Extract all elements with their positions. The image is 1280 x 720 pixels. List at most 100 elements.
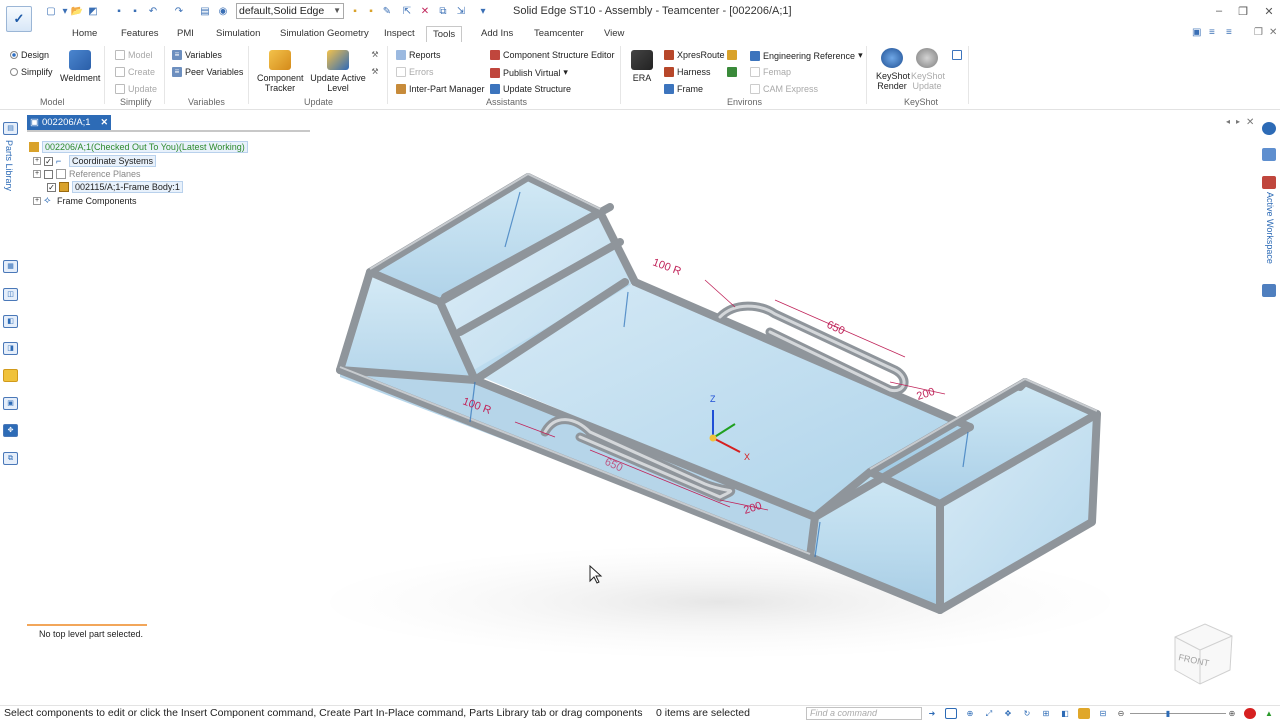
help-icon[interactable]: ▣ <box>1192 27 1201 38</box>
open-tc-icon[interactable]: ◩ <box>86 4 100 18</box>
pan-icon[interactable]: ✥ <box>1002 708 1014 719</box>
variables-button[interactable]: ≡ Variables <box>172 50 222 60</box>
assembly-model[interactable]: 100 R 650 200 100 R 650 200 Z X FRONT <box>0 132 1258 702</box>
close-icon[interactable]: ✕ <box>100 117 108 128</box>
era-button[interactable]: ERA <box>631 50 653 83</box>
tab-teamcenter[interactable]: Teamcenter <box>528 26 590 42</box>
keyshot-render-button[interactable]: KeyShot Render <box>876 48 910 91</box>
design-radio[interactable]: Design <box>10 50 49 60</box>
workspace-icon[interactable] <box>1262 284 1276 297</box>
errors-icon <box>396 67 406 77</box>
tab-add-ins[interactable]: Add Ins <box>475 26 519 42</box>
ribbon-options-icon[interactable]: ≡ <box>1209 27 1215 38</box>
window-list-icon[interactable]: ≡ <box>1226 27 1232 38</box>
document-setting-combo[interactable]: default,Solid Edge ▼ <box>236 3 344 19</box>
select-icon[interactable]: ⇱ <box>400 4 414 18</box>
doc-close-icon[interactable]: ✕ <box>1269 27 1277 38</box>
component-tracker-button[interactable]: Component Tracker <box>257 50 304 93</box>
active-workspace-tab[interactable]: Active Workspace <box>1265 192 1275 264</box>
peer-variables-button[interactable]: ≡ Peer Variables <box>172 67 243 77</box>
weldment-button[interactable]: Weldment <box>60 50 100 83</box>
minimize-icon[interactable]: – <box>1212 5 1226 17</box>
simplify-create-button[interactable]: Create <box>115 67 155 77</box>
tab-features[interactable]: Features <box>115 26 165 42</box>
document-tab[interactable]: ▣ 002206/A;1 ✕ <box>27 115 111 130</box>
fit-icon[interactable]: ⤢ <box>983 708 995 719</box>
reports-button[interactable]: Reports <box>396 50 441 60</box>
tab-simulation[interactable]: Simulation <box>210 26 266 42</box>
close-icon[interactable]: ✕ <box>1262 5 1276 18</box>
restore-icon[interactable]: ❐ <box>1236 5 1250 18</box>
chevron-left-icon[interactable]: ◂ <box>1226 117 1230 126</box>
print-icon[interactable]: ▪ <box>128 4 142 18</box>
simplify-model-button[interactable]: Model <box>115 50 153 60</box>
teamcenter-panel-icon[interactable] <box>1262 148 1276 161</box>
frame-button[interactable]: Frame <box>664 84 703 94</box>
component-structure-editor-button[interactable]: Component Structure Editor <box>490 50 615 60</box>
update-tool-2[interactable]: ⚒ <box>370 67 380 77</box>
environs-tool-2[interactable] <box>727 67 737 77</box>
keyshot-update-button[interactable]: KeyShot Update <box>911 48 945 91</box>
view-style-icon[interactable] <box>1078 708 1090 719</box>
help-circle-icon[interactable] <box>1262 122 1276 135</box>
folder-icon[interactable]: ▪ <box>348 4 362 18</box>
open-icon[interactable]: 📂 <box>70 4 84 18</box>
check-in-icon[interactable]: ✎ <box>380 4 394 18</box>
shading-icon[interactable]: ◧ <box>1059 708 1071 719</box>
update-tool-1[interactable]: ⚒ <box>370 50 380 60</box>
section-icon[interactable]: ⊟ <box>1097 708 1109 719</box>
update-structure-button[interactable]: Update Structure <box>490 84 571 94</box>
update-active-level-button[interactable]: Update Active Level <box>310 50 366 93</box>
view-cube[interactable]: FRONT <box>1174 623 1233 685</box>
xpresroute-button[interactable]: XpresRoute <box>664 50 725 60</box>
harness-button[interactable]: Harness <box>664 67 711 77</box>
tab-tools[interactable]: Tools <box>426 26 463 42</box>
tab-home[interactable]: Home <box>66 26 103 42</box>
zoom-icon[interactable]: ⊕ <box>964 708 976 719</box>
new-icon[interactable]: ▢ <box>44 4 58 18</box>
keyshot-options-button[interactable] <box>952 50 962 60</box>
inter-part-manager-button[interactable]: Inter-Part Manager <box>396 84 485 94</box>
tab-inspect[interactable]: Inspect <box>378 26 421 42</box>
engineering-reference-button[interactable]: Engineering Reference ▾ <box>750 50 863 61</box>
customize-qat-icon[interactable]: ▾ <box>476 4 490 18</box>
teamcenter-icon[interactable]: ◉ <box>216 4 230 18</box>
tab-view[interactable]: View <box>598 26 630 42</box>
graphics-window[interactable]: 100 R 650 200 100 R 650 200 Z X FRONT <box>0 132 1258 702</box>
properties-icon[interactable]: ▤ <box>198 4 212 18</box>
simplify-radio[interactable]: Simplify <box>10 67 53 77</box>
publish-virtual-button[interactable]: Publish Virtual ▾ <box>490 67 568 78</box>
copy-icon[interactable]: ⧉ <box>436 4 450 18</box>
errors-button[interactable]: Errors <box>396 67 434 77</box>
peer-variables-label: Peer Variables <box>185 67 244 77</box>
find-command-input[interactable]: Find a command <box>806 707 922 720</box>
zoom-slider[interactable] <box>1130 713 1226 714</box>
view-orient-icon[interactable]: ⊞ <box>1040 708 1052 719</box>
save-icon[interactable]: ▪ <box>112 4 126 18</box>
undo-icon[interactable]: ↶ <box>146 4 160 18</box>
cancel-checkout-icon[interactable]: ✕ <box>418 4 432 18</box>
doc-restore-icon[interactable]: ❐ <box>1254 27 1263 38</box>
tab-pmi[interactable]: PMI <box>171 26 200 42</box>
paste-icon[interactable]: ⇲ <box>454 4 468 18</box>
zoom-area-icon[interactable] <box>945 708 957 719</box>
cam-express-button[interactable]: CAM Express <box>750 84 818 94</box>
simplify-update-button[interactable]: Update <box>115 84 157 94</box>
arrow-right-icon[interactable]: ➜ <box>926 708 938 719</box>
femap-button[interactable]: Femap <box>750 67 791 77</box>
application-button[interactable]: ✓ <box>6 6 32 32</box>
zoom-out-icon[interactable]: ⊖ <box>1115 708 1127 719</box>
rotate-icon[interactable]: ↻ <box>1021 708 1033 719</box>
zoom-in-icon[interactable]: ⊕ <box>1226 708 1238 719</box>
workflow-icon[interactable] <box>1262 176 1276 189</box>
record-icon[interactable] <box>1244 708 1256 719</box>
close-icon[interactable]: ✕ <box>1246 117 1254 128</box>
document-tab-label: 002206/A;1 <box>41 117 91 128</box>
redo-icon[interactable]: ↷ <box>172 4 186 18</box>
tab-simulation-geometry[interactable]: Simulation Geometry <box>274 26 375 42</box>
chevron-right-icon[interactable]: ▸ <box>1236 117 1240 126</box>
folder-save-icon[interactable]: ▪ <box>364 4 378 18</box>
environs-tool-1[interactable] <box>727 50 737 60</box>
arrow-up-icon[interactable]: ▲ <box>1263 708 1275 719</box>
zoom-slider-thumb-icon[interactable]: ▮ <box>1162 708 1174 719</box>
